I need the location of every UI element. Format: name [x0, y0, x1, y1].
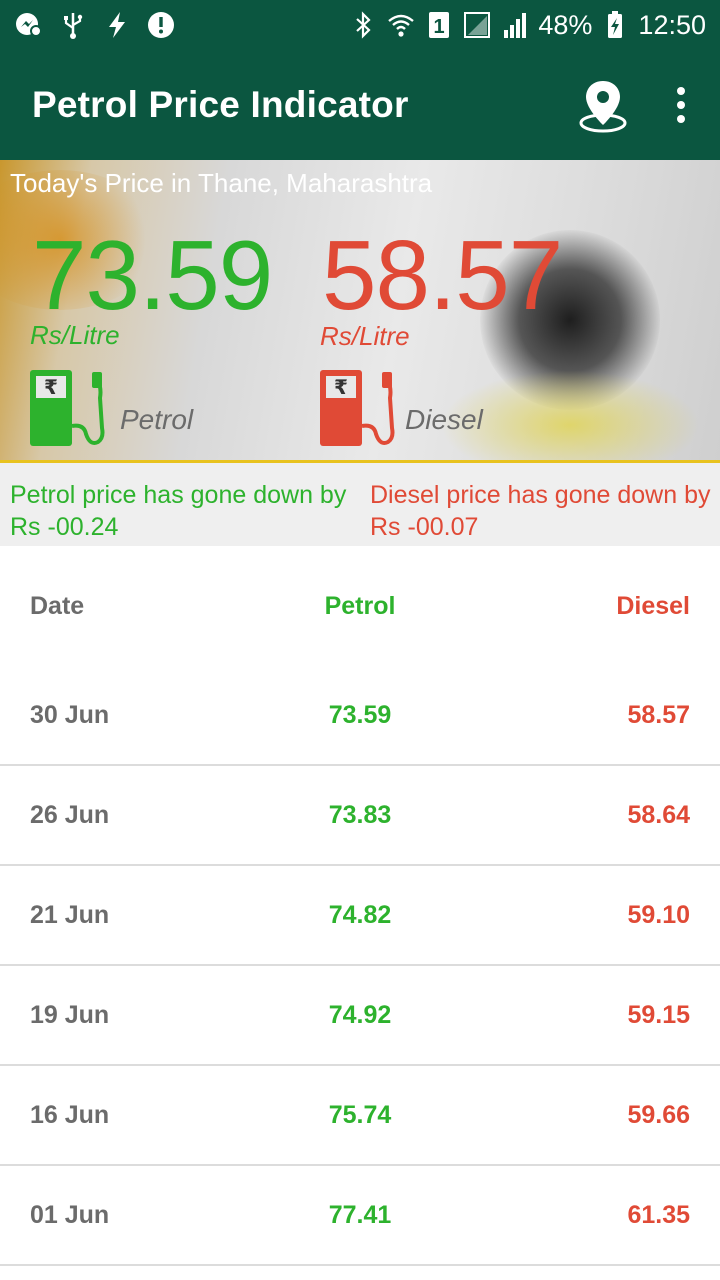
row-date: 19 Jun [30, 1000, 110, 1029]
table-row[interactable]: 16 Jun 75.74 59.66 [0, 1066, 720, 1166]
signal-icon [462, 10, 492, 40]
petrol-pump-icon: ₹ [28, 368, 108, 448]
row-petrol-price: 74.82 [328, 900, 392, 929]
price-history-table: Date Petrol Diesel 30 Jun 73.59 58.57 26… [0, 546, 720, 1266]
row-diesel-price: 61.35 [627, 1200, 690, 1229]
battery-percent: 48% [538, 9, 593, 40]
app-bar-actions [578, 77, 688, 133]
row-diesel-price: 59.66 [627, 1100, 690, 1129]
status-bar: 1 48% 12:50 [0, 0, 720, 50]
row-date: 16 Jun [30, 1100, 110, 1129]
row-date: 21 Jun [30, 900, 110, 929]
header-date: Date [30, 591, 85, 620]
alert-icon [146, 10, 176, 40]
status-left-icons [14, 10, 176, 40]
diesel-price-unit: Rs/Litre [320, 321, 410, 351]
row-petrol-price: 75.74 [328, 1100, 392, 1129]
header-diesel: Diesel [616, 591, 690, 620]
mobile-data-signal-icon [500, 10, 530, 40]
row-diesel-price: 59.15 [627, 1000, 690, 1029]
row-petrol-price: 73.59 [328, 700, 392, 729]
battery-charging-icon [600, 10, 630, 40]
table-row[interactable]: 30 Jun 73.59 58.57 [0, 666, 720, 766]
app-screen: 1 48% 12:50 Petrol Price Indicator Today… [0, 0, 720, 1280]
row-petrol-price: 77.41 [328, 1200, 392, 1229]
diesel-price-value: 58.57 [322, 220, 563, 330]
table-row[interactable]: 01 Jun 77.41 61.35 [0, 1166, 720, 1266]
diesel-pump-icon: ₹ [318, 368, 398, 448]
row-diesel-price: 58.57 [627, 700, 690, 729]
table-row[interactable]: 21 Jun 74.82 59.10 [0, 866, 720, 966]
diesel-label: Diesel [405, 404, 483, 435]
row-petrol-price: 74.92 [328, 1000, 392, 1029]
usb-icon [58, 10, 88, 40]
row-diesel-price: 58.64 [627, 800, 690, 829]
app-title: Petrol Price Indicator [32, 84, 409, 125]
row-date: 30 Jun [30, 700, 110, 729]
row-petrol-price: 73.83 [328, 800, 392, 829]
app-bar: Petrol Price Indicator [0, 50, 720, 160]
location-pin-icon[interactable] [578, 77, 628, 133]
table-header-row: Date Petrol Diesel [0, 546, 720, 666]
petrol-change-text: Petrol price has gone down by Rs -00.24 [10, 481, 347, 541]
status-right-icons: 1 48% 12:50 [348, 10, 706, 41]
location-caption: Today's Price in Thane, Maharashtra [10, 168, 433, 198]
petrol-price-value: 73.59 [32, 220, 273, 330]
messenger-icon [14, 10, 44, 40]
price-change-strip: Petrol price has gone down by Rs -00.24 … [0, 460, 720, 546]
sim-slot-number: 1 [434, 16, 445, 38]
more-vert-icon[interactable] [674, 85, 688, 125]
petrol-label: Petrol [120, 404, 194, 435]
svg-text:₹: ₹ [44, 375, 58, 399]
table-row[interactable]: 26 Jun 73.83 58.64 [0, 766, 720, 866]
today-price-banner: Today's Price in Thane, Maharashtra 73.5… [0, 160, 720, 460]
diesel-change-text: Diesel price has gone down by Rs -00.07 [370, 481, 711, 541]
table-row[interactable]: 19 Jun 74.92 59.15 [0, 966, 720, 1066]
petrol-price-unit: Rs/Litre [30, 320, 120, 350]
flash-icon [102, 10, 132, 40]
wifi-icon [386, 10, 416, 40]
row-date: 01 Jun [30, 1200, 110, 1229]
header-petrol: Petrol [324, 591, 396, 620]
bluetooth-icon [348, 10, 378, 40]
sim-icon: 1 [424, 10, 454, 40]
svg-text:₹: ₹ [334, 375, 348, 399]
row-date: 26 Jun [30, 800, 110, 829]
row-diesel-price: 59.10 [627, 900, 690, 929]
clock-time: 12:50 [638, 9, 706, 40]
